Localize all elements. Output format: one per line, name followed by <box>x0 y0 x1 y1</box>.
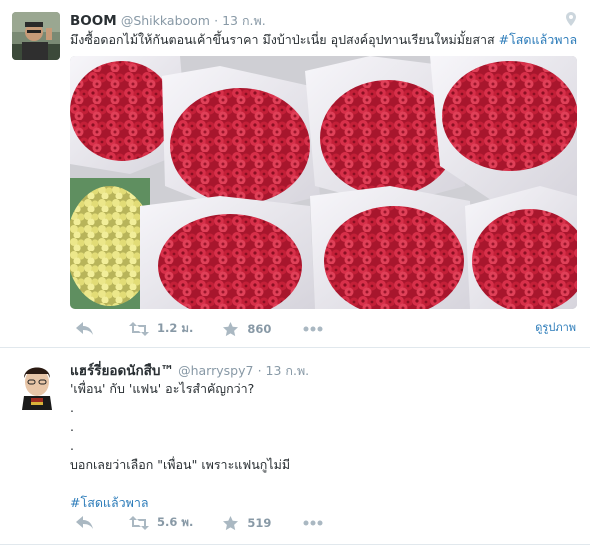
fullname[interactable]: BOOM <box>70 13 117 29</box>
timestamp[interactable]: · 13 ก.พ. <box>214 13 266 28</box>
retweet-icon <box>129 322 149 336</box>
tweet-header: แฮร์รี่ยอดนักสืบ™ @harryspy7 · 13 ก.พ. <box>70 359 309 381</box>
retweet-count: 5.6 พ. <box>157 515 194 529</box>
tweet-line: . <box>70 438 74 453</box>
tweet-2: แฮร์รี่ยอดนักสืบ™ @harryspy7 · 13 ก.พ. '… <box>0 348 590 545</box>
username[interactable]: @harryspy7 <box>178 363 253 378</box>
retweet-button[interactable]: 5.6 พ. <box>129 514 193 532</box>
timestamp[interactable]: · 13 ก.พ. <box>258 363 310 378</box>
username[interactable]: @Shikkaboom <box>121 13 210 28</box>
more-icon <box>303 326 323 332</box>
tweet-actions: 5.6 พ. 519 <box>70 513 323 533</box>
hashtag-link[interactable]: #โสดแล้วพาล <box>70 493 290 512</box>
more-icon <box>303 520 323 526</box>
tweet-line: 'เพื่อน' กับ 'แฟน' อะไรสำคัญกว่า? <box>70 381 255 396</box>
retweet-count: 1.2 ม. <box>157 321 194 335</box>
tweet-text-body: มึงซื้อดอกไม้ให้กันตอนเค้าขึ้นราคา มึงบ้… <box>70 32 499 47</box>
like-button[interactable]: 860 <box>223 321 272 337</box>
tweet-photo[interactable] <box>70 56 577 309</box>
reply-button[interactable] <box>76 322 94 336</box>
retweet-icon <box>129 516 149 530</box>
reply-icon <box>76 322 94 336</box>
more-button[interactable] <box>303 520 323 526</box>
like-count: 860 <box>247 322 272 336</box>
like-count: 519 <box>247 516 272 530</box>
reply-button[interactable] <box>76 516 94 530</box>
avatar[interactable] <box>14 360 60 410</box>
tweet-1: BOOM @Shikkaboom · 13 ก.พ. มึงซื้อดอกไม้… <box>0 0 590 348</box>
more-button[interactable] <box>303 326 323 332</box>
tweet-text: มึงซื้อดอกไม้ให้กันตอนเค้าขึ้นราคา มึงบ้… <box>70 31 577 48</box>
retweet-button[interactable]: 1.2 ม. <box>129 320 193 338</box>
tweet-line: . <box>70 419 74 434</box>
avatar[interactable] <box>12 12 60 60</box>
reply-icon <box>76 516 94 530</box>
tweet-actions: 1.2 ม. 860 <box>70 319 323 339</box>
like-icon <box>223 515 239 531</box>
location-icon[interactable] <box>566 12 576 30</box>
tweet-line: . <box>70 400 74 415</box>
like-icon <box>223 321 239 337</box>
fullname[interactable]: แฮร์รี่ยอดนักสืบ™ <box>70 363 174 379</box>
tweet-line: บอกเลยว่าเลือก "เพื่อน" เพราะแฟนกูไม่มี <box>70 457 291 472</box>
like-button[interactable]: 519 <box>223 515 272 531</box>
tweet-header: BOOM @Shikkaboom · 13 ก.พ. <box>70 11 266 31</box>
hashtag-link[interactable]: #โสดแล้วพาล <box>499 32 578 47</box>
view-photo-link[interactable]: ดูรูปภาพ <box>535 318 576 336</box>
tweet-text: 'เพื่อน' กับ 'แฟน' อะไรสำคัญกว่า? . . . … <box>70 379 290 512</box>
